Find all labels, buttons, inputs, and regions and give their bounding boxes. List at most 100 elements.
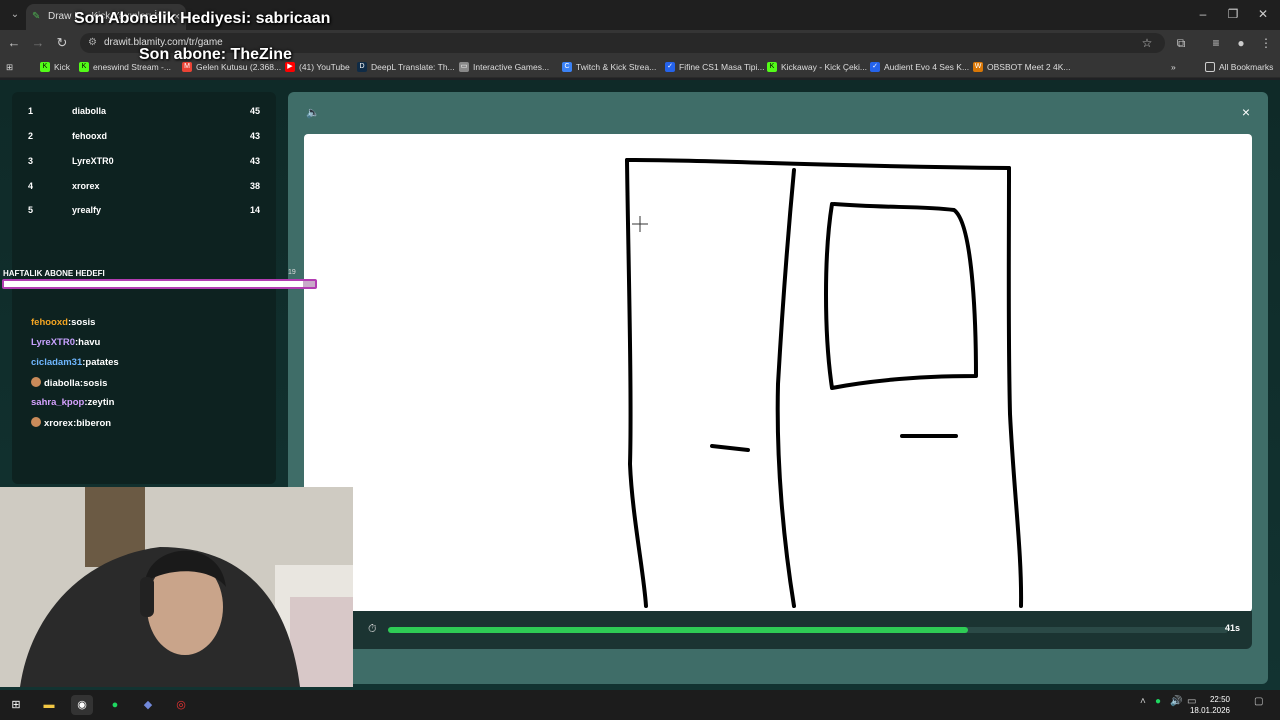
chrome-icon[interactable]: ◉ <box>71 695 93 715</box>
bookmarks-overflow-icon[interactable]: » <box>1171 60 1176 74</box>
timer-fill <box>388 627 968 633</box>
player-score: 14 <box>249 205 260 215</box>
clock-time: 22:50 <box>1209 695 1230 704</box>
volume-icon[interactable]: 🔊 <box>1170 696 1182 707</box>
webcam-image <box>0 487 353 687</box>
chat-message: diabolla:sosis <box>31 377 107 389</box>
bookmark-label: Kick <box>54 62 71 72</box>
tray-overflow-icon[interactable]: ˄ <box>1140 696 1146 707</box>
chat-text: sosis <box>83 378 108 389</box>
bookmark-label: DeepL Translate: Th... <box>371 62 455 72</box>
leaderboard-row: 3 LyreXTR0 43 <box>12 151 276 171</box>
file-explorer-icon[interactable]: ▬ <box>38 695 60 715</box>
notifications-icon[interactable]: ▢ <box>1254 696 1263 707</box>
goal-progress-bar <box>2 279 317 289</box>
all-bookmarks-label: All Bookmarks <box>1219 62 1274 72</box>
chat-text: sosis <box>71 317 96 328</box>
spotify-icon[interactable]: ● <box>104 695 126 715</box>
player-name: xrorex <box>72 181 100 191</box>
goal-label: HAFTALIK ABONE HEDEFI <box>3 269 105 278</box>
chat-message: xrorex:biberon <box>31 417 111 429</box>
chat-username: diabolla <box>44 378 80 389</box>
stroke-top-edge <box>625 158 1011 170</box>
bookmark-star-icon[interactable]: ☆ <box>1137 33 1157 53</box>
forward-icon[interactable]: → <box>28 33 48 53</box>
chat-username: sahra_kpop <box>31 397 85 408</box>
drawing-strokes <box>625 158 1024 608</box>
bookmark-label: Kickaway - Kick Çeki... <box>781 62 867 72</box>
tray-spotify-icon[interactable]: ● <box>1155 696 1161 707</box>
stroke-middle-line <box>775 168 796 608</box>
clock-date: 18.01.2026 <box>1189 706 1230 715</box>
site-info-icon[interactable]: ⚙ <box>88 33 97 53</box>
all-bookmarks[interactable]: All Bookmarks <box>1205 60 1273 74</box>
check-icon: ✓ <box>870 62 880 72</box>
timer-track <box>388 627 1228 633</box>
chat-text: patates <box>85 357 119 368</box>
webcam-feed <box>0 487 353 687</box>
clock[interactable]: 22:50 18.01.2026 <box>1190 694 1230 716</box>
bookmark-kick[interactable]: K Kick <box>40 60 70 74</box>
kick-icon: K <box>40 62 50 72</box>
subscriber-badge-icon <box>31 417 41 427</box>
check-icon: ✓ <box>665 62 675 72</box>
rank: 1 <box>28 106 34 116</box>
leaderboard-row: 5 yrealfy 14 <box>12 200 276 220</box>
bookmark-obsbot[interactable]: W OBSBOT Meet 2 4K... <box>973 60 1070 74</box>
subscriber-badge-icon <box>31 377 41 387</box>
bookmark-interactive-games[interactable]: ▭ Interactive Games... <box>459 60 549 74</box>
timer-text: 41s <box>1224 623 1240 633</box>
game-area: 🔈 × ⏱ 41s <box>288 92 1268 684</box>
player-score: 43 <box>249 131 260 141</box>
extensions-icon[interactable]: ⧉ <box>1171 33 1191 53</box>
stopwatch-icon: ⏱ <box>368 623 377 635</box>
bookmark-label: Twitch & Kick Strea... <box>576 62 657 72</box>
kick-icon: K <box>79 62 89 72</box>
last-sub-overlay: Son abone: TheZine <box>139 46 292 63</box>
bookmark-label: Fifine CS1 Masa Tipi... <box>679 62 765 72</box>
media-icon[interactable]: ≡ <box>1206 33 1226 53</box>
window-close-icon[interactable]: ✕ <box>1248 4 1278 24</box>
close-icon[interactable]: × <box>1242 104 1250 120</box>
chat-message: cicladam31:patates <box>31 357 119 368</box>
bookmark-deepl[interactable]: D DeepL Translate: Th... <box>357 60 455 74</box>
bookmark-youtube[interactable]: ▶ (41) YouTube <box>285 60 350 74</box>
timer-bar: ⏱ 41s <box>348 611 1252 649</box>
apps-icon[interactable]: ⊞ <box>6 60 13 74</box>
bookmark-label: Interactive Games... <box>473 62 550 72</box>
minimize-icon[interactable]: – <box>1188 4 1218 24</box>
stroke-right-edge <box>1006 166 1024 608</box>
bookmark-fifine[interactable]: ✓ Fifine CS1 Masa Tipi... <box>665 60 765 74</box>
discord-icon[interactable]: ◆ <box>137 695 159 715</box>
drawing-canvas[interactable] <box>304 134 1252 612</box>
player-name: fehooxd <box>72 131 107 141</box>
chat-text: havu <box>78 337 101 348</box>
bookmark-kickaway[interactable]: K Kickaway - Kick Çeki... <box>767 60 867 74</box>
brush-icon: ✎ <box>32 11 41 22</box>
player-name: LyreXTR0 <box>72 156 114 166</box>
obs-icon[interactable]: ◎ <box>170 695 192 715</box>
restore-icon[interactable]: ❐ <box>1218 4 1248 24</box>
deepl-icon: D <box>357 62 367 72</box>
back-icon[interactable]: ← <box>4 33 24 53</box>
player-name: yrealfy <box>72 205 102 215</box>
start-icon[interactable]: ⊞ <box>5 695 27 715</box>
sound-icon[interactable]: 🔈 <box>306 106 320 119</box>
chat-username: LyreXTR0 <box>31 337 75 348</box>
bookmark-label: Audient Evo 4 Ses K... <box>884 62 970 72</box>
rank: 5 <box>28 205 34 215</box>
rank: 4 <box>28 181 34 191</box>
bookmark-audient[interactable]: ✓ Audient Evo 4 Ses K... <box>870 60 969 74</box>
leaderboard-row: 4 xrorex 38 <box>12 176 276 196</box>
player-score: 45 <box>249 106 260 116</box>
bookmark-twitch-kick[interactable]: C Twitch & Kick Strea... <box>562 60 656 74</box>
stroke-window <box>824 202 978 390</box>
reload-icon[interactable]: ↻ <box>52 33 72 53</box>
menu-icon[interactable]: ⋮ <box>1256 33 1276 53</box>
bookmark-label: OBSBOT Meet 2 4K... <box>987 62 1071 72</box>
tab-search-icon[interactable]: ⌄ <box>6 6 24 24</box>
chat-text: zeytin <box>87 397 115 408</box>
chat-username: xrorex <box>44 418 74 429</box>
game-icon: ▭ <box>459 62 469 72</box>
profile-avatar-icon[interactable]: ● <box>1231 33 1251 53</box>
